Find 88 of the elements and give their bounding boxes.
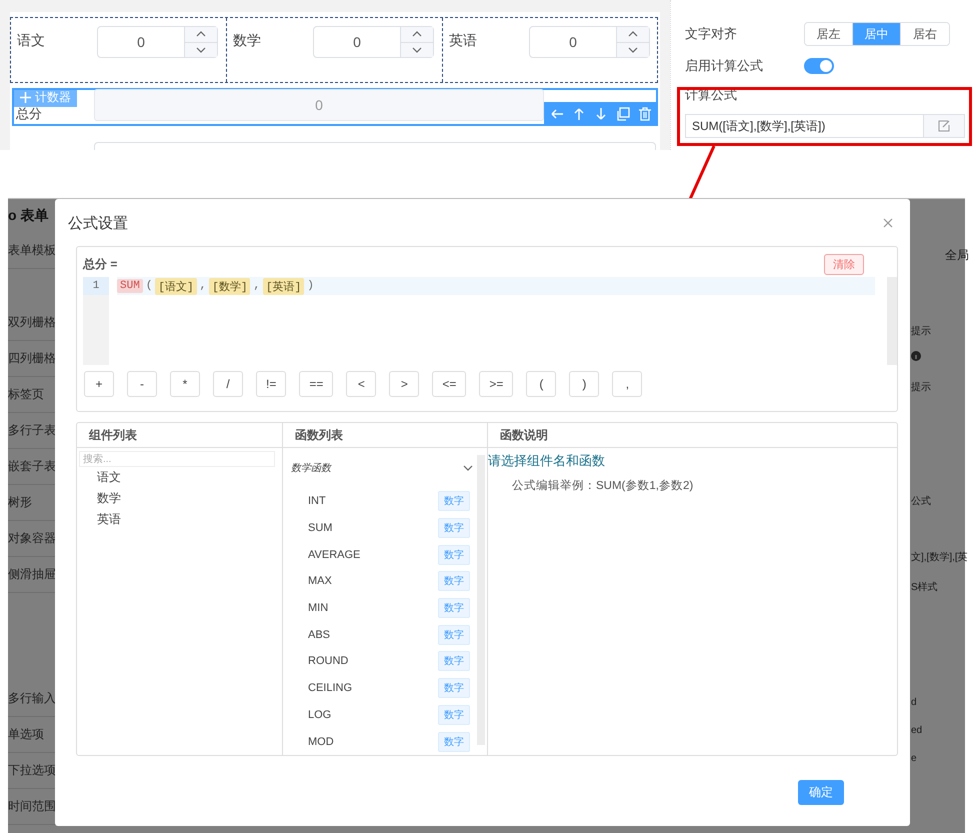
punctuation: ) (307, 279, 314, 293)
property-label: 文字对齐 (685, 25, 738, 43)
type-tag: 数字 (438, 518, 470, 538)
target-label: 总分 = (83, 256, 118, 272)
type-tag: 数字 (438, 544, 470, 565)
number-input[interactable]: 0 (313, 26, 434, 58)
chevron-down-icon (196, 46, 206, 53)
type-tag: 数字 (438, 598, 470, 618)
field-label: 英语 (449, 31, 478, 50)
field-label: 语文 (17, 31, 46, 50)
function-item[interactable]: LOG (308, 708, 332, 721)
chevron-up-icon (196, 31, 206, 38)
setting-label: e (911, 753, 918, 766)
type-tag: 数字 (438, 732, 470, 752)
toggle-switch[interactable] (804, 58, 834, 74)
chevron-up-icon (628, 31, 638, 38)
setting-label: ed (911, 725, 924, 738)
operator-button[interactable]: <= (432, 371, 466, 397)
function-token: SUM (117, 279, 143, 293)
operator-button[interactable]: == (299, 371, 334, 397)
group-header[interactable]: 数学函数 (291, 448, 473, 488)
type-tag: 数字 (438, 651, 470, 672)
help-example: 公式编辑举例：SUM(参数1,参数2) (511, 478, 694, 493)
field-label: 数学 (233, 31, 262, 50)
chevron-up-icon (412, 31, 422, 38)
function-item[interactable]: MAX (308, 575, 332, 588)
function-item[interactable]: MOD (308, 736, 334, 748)
panel-header: 函数说明 (488, 423, 897, 448)
group-name: 数学函数 (291, 462, 331, 475)
operator-button[interactable]: ( (526, 371, 556, 397)
operator-button[interactable]: / (213, 371, 243, 397)
setting-label: 提示 (911, 325, 932, 338)
close-icon (883, 218, 893, 228)
trash-icon (638, 107, 652, 121)
operator-button[interactable]: , (612, 371, 642, 397)
type-tag: 数字 (438, 678, 470, 698)
arrow-left-icon (550, 107, 564, 121)
help-prompt: 请选择组件名和函数 (488, 452, 606, 470)
punctuation: , (200, 279, 206, 293)
operator-button[interactable]: + (84, 371, 114, 397)
operator-button[interactable]: < (346, 371, 376, 397)
type-tag: 数字 (438, 491, 470, 512)
property-label: 启用计算公式 (685, 57, 764, 75)
type-tag: 数字 (438, 704, 470, 725)
operator-button[interactable]: - (127, 371, 157, 397)
line-number: 1 (83, 277, 109, 295)
component-item[interactable]: 数学 (77, 488, 282, 509)
function-item[interactable]: INT (308, 495, 326, 508)
setting-label: S样式 (911, 580, 939, 594)
punctuation: ( (146, 279, 152, 293)
field-token: [语文] (155, 278, 197, 294)
function-item[interactable]: AVERAGE (308, 548, 360, 561)
setting-label: d (911, 697, 918, 710)
setting-label: 公式 (911, 494, 932, 508)
align-option[interactable]: 居左 (805, 23, 853, 45)
operator-button[interactable]: ) (569, 371, 600, 397)
function-item[interactable]: SUM (308, 522, 332, 534)
number-input[interactable]: 0 (529, 26, 650, 58)
number-input[interactable]: 0 (97, 26, 218, 58)
arrow-down-icon (594, 107, 608, 121)
function-item[interactable]: CEILING (308, 682, 352, 694)
panel-header: 组件列表 (77, 423, 282, 448)
copy-icon (616, 107, 630, 121)
field-token: [英语] (263, 278, 304, 294)
chevron-down-icon (628, 46, 638, 53)
type-tag: 数字 (438, 624, 470, 645)
field-token: [数学] (209, 278, 250, 294)
field-label: 总分 (15, 105, 42, 123)
component-item[interactable]: 英语 (77, 509, 282, 530)
panel-header: 函数列表 (283, 423, 487, 448)
punctuation: , (253, 279, 260, 293)
app-title: o 表单 (8, 206, 50, 225)
function-item[interactable]: MIN (308, 602, 328, 614)
function-item[interactable]: ABS (308, 628, 330, 641)
search-field[interactable]: 搜索... (79, 451, 275, 467)
info-icon (911, 351, 921, 361)
setting-label: 提示 (911, 381, 932, 394)
operator-button[interactable]: != (256, 371, 286, 397)
component-item[interactable]: 语文 (77, 467, 282, 488)
operator-button[interactable]: >= (479, 371, 514, 397)
operator-button[interactable]: * (170, 371, 200, 397)
function-item[interactable]: ROUND (308, 655, 348, 668)
move-icon (20, 92, 31, 103)
arrow-up-icon (572, 107, 586, 121)
dialog-title: 公式设置 (68, 214, 128, 232)
type-tag: 数字 (438, 571, 470, 592)
operator-button[interactable]: > (389, 371, 420, 397)
chevron-down-icon (412, 46, 422, 53)
